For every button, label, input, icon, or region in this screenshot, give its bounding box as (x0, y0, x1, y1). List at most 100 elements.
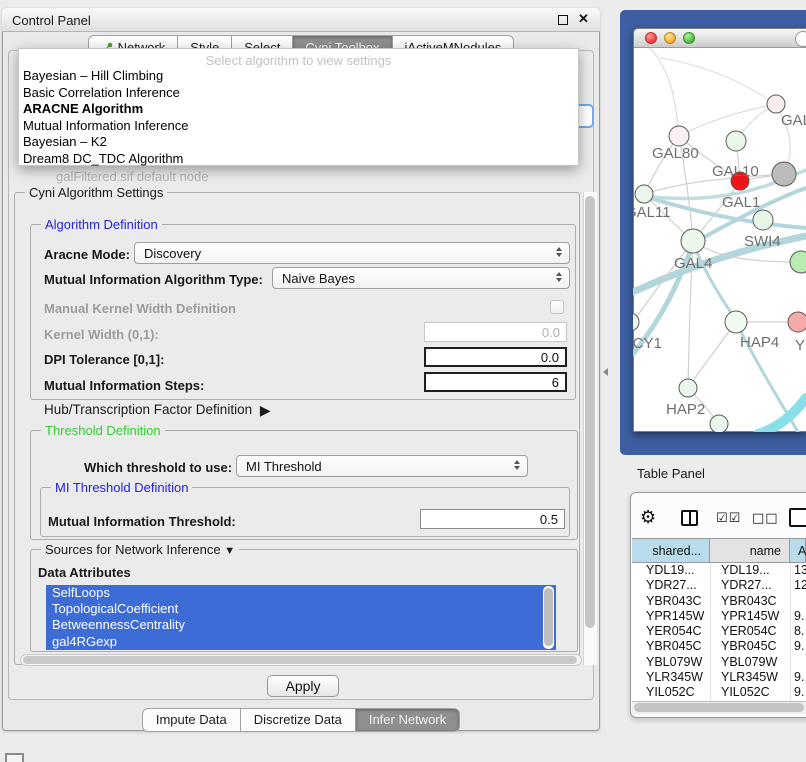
bottom-tab-discretize-data[interactable]: Discretize Data (241, 708, 356, 732)
network-node[interactable] (725, 311, 747, 333)
table-cell[interactable]: 9. (790, 670, 806, 685)
table-cell[interactable]: YLR345W (710, 670, 790, 685)
table-cell[interactable]: YPR145W (632, 609, 710, 624)
network-node[interactable] (726, 131, 746, 151)
aracne-mode-combobox[interactable]: Discovery (134, 242, 570, 264)
kernel-width-field[interactable]: 0.0 (424, 322, 567, 342)
table-cell[interactable]: YLR345W (632, 670, 710, 685)
network-edge[interactable] (688, 322, 736, 388)
zoom-light-icon[interactable] (683, 32, 695, 44)
bottom-tab-impute-data[interactable]: Impute Data (142, 708, 241, 732)
algorithm-option[interactable]: Bayesian – Hill Climbing (19, 68, 578, 85)
table-cell[interactable]: YPR145W (710, 609, 790, 624)
algorithm-option[interactable]: Dream8 DC_TDC Algorithm (19, 151, 578, 168)
dpi-tolerance-field[interactable]: 0.0 (424, 347, 567, 367)
manual-kernel-checkbox[interactable] (550, 300, 564, 314)
split-columns-icon[interactable] (681, 510, 698, 526)
panel-collapse-arrow-icon[interactable] (603, 368, 608, 376)
table-cell[interactable]: YIL052C (710, 685, 790, 700)
table-row[interactable]: YDL19...YDL19...13 (632, 563, 806, 578)
apply-button[interactable]: Apply (267, 675, 339, 697)
table-cell[interactable]: YBL079W (632, 655, 710, 670)
table-cell[interactable]: YDL19... (632, 563, 710, 578)
table-cell[interactable]: YIL052C (632, 685, 710, 700)
algorithm-option[interactable]: Mutual Information Inference (19, 118, 578, 135)
network-node[interactable] (669, 126, 689, 146)
table-row[interactable]: YDR27...YDR27...12 (632, 578, 806, 593)
network-node[interactable] (788, 312, 806, 332)
table-cell[interactable]: YBR043C (710, 594, 790, 609)
table-cell[interactable]: YBL079W (710, 655, 790, 670)
table-cell[interactable]: 9. (790, 639, 806, 654)
table-row[interactable]: YBR043CYBR043C (632, 594, 806, 609)
network-node[interactable] (767, 95, 785, 113)
network-node[interactable] (790, 251, 806, 273)
algorithm-option[interactable]: Basic Correlation Inference (19, 85, 578, 102)
table-cell[interactable]: YER054C (632, 624, 710, 639)
network-canvas[interactable]: GALGAL80GAL10GAL1GAL11SWI4GAL4GCY1HAP4YH… (633, 48, 806, 432)
sources-legend[interactable]: Sources for Network Inference ▼ (41, 542, 239, 557)
table-cell[interactable]: 13 (790, 563, 806, 578)
data-attributes-list[interactable]: SelfLoopsTopologicalCoefficientBetweenne… (46, 585, 556, 650)
network-node[interactable] (710, 415, 728, 432)
which-threshold-combobox[interactable]: MI Threshold (236, 455, 528, 477)
table-cell[interactable]: YDR27... (710, 578, 790, 593)
settings-vertical-thumb[interactable] (585, 196, 595, 628)
table-cell[interactable]: 8. (790, 624, 806, 639)
table-cell[interactable]: YDL19... (710, 563, 790, 578)
attribute-item[interactable]: BetweennessCentrality (46, 617, 556, 633)
minimize-light-icon[interactable] (664, 32, 676, 44)
network-node[interactable] (635, 185, 653, 203)
network-node[interactable] (753, 210, 773, 230)
attributes-scrollbar-thumb[interactable] (544, 588, 553, 646)
attribute-item[interactable]: gal4RGexp (46, 634, 556, 650)
table-cell[interactable] (790, 655, 806, 670)
table-cell[interactable]: 9. (790, 685, 806, 700)
bottom-tab-infer-network[interactable]: Infer Network (356, 708, 460, 732)
network-edge[interactable] (679, 104, 776, 136)
table-row[interactable]: YPR145WYPR145W9. (632, 609, 806, 624)
table-cell[interactable]: 12 (790, 578, 806, 593)
network-edge[interactable] (660, 58, 776, 104)
node-label-gcy1: GCY1 (633, 335, 662, 352)
collapse-triangle-icon[interactable]: ▼ (224, 545, 235, 557)
table-cell[interactable]: 9. (790, 609, 806, 624)
table-cell[interactable]: YER054C (710, 624, 790, 639)
table-horizontal-thumb[interactable] (634, 703, 804, 712)
close-icon[interactable]: ✕ (578, 11, 589, 27)
settings-horizontal-thumb[interactable] (23, 656, 577, 664)
table-cell[interactable]: YBR043C (632, 594, 710, 609)
table-cell[interactable] (790, 594, 806, 609)
close-light-icon[interactable] (645, 32, 657, 44)
column-header-1[interactable]: shared... (632, 539, 710, 562)
stepper-icon (556, 272, 562, 282)
table-row[interactable]: YLR345WYLR345W9. (632, 670, 806, 685)
float-window-icon[interactable] (558, 15, 568, 25)
algorithm-option[interactable]: Bayesian – K2 (19, 134, 578, 151)
mi-steps-field[interactable]: 6 (424, 372, 567, 392)
table-cell[interactable]: YBR045C (632, 639, 710, 654)
network-window-titlebar[interactable] (634, 29, 806, 48)
table-cell[interactable]: YBR045C (710, 639, 790, 654)
attribute-item[interactable]: SelfLoops (46, 585, 556, 601)
mi-threshold-field[interactable]: 0.5 (420, 509, 565, 529)
checked-boxes-icon[interactable]: ☑☑ (716, 511, 741, 526)
gear-icon[interactable]: ⚙ (640, 507, 656, 528)
network-node[interactable] (772, 162, 796, 186)
attribute-item[interactable]: TopologicalCoefficient (46, 601, 556, 617)
table-file-icon[interactable] (789, 508, 806, 527)
unchecked-boxes-icon[interactable]: □□ (752, 511, 779, 526)
expand-triangle-icon[interactable]: ▶ (260, 402, 271, 418)
hub-definition-label[interactable]: Hub/Transcription Factor Definition ▶ (44, 401, 267, 418)
network-node[interactable] (681, 229, 705, 253)
algorithm-option[interactable]: ARACNE Algorithm (19, 101, 578, 118)
table-cell[interactable]: YDR27... (632, 578, 710, 593)
table-row[interactable]: YER054CYER054C8. (632, 624, 806, 639)
network-node[interactable] (679, 379, 697, 397)
column-header-3[interactable]: A (790, 539, 806, 562)
table-row[interactable]: YIL052CYIL052C9. (632, 685, 806, 700)
column-header-2[interactable]: name (710, 539, 790, 562)
mi-type-combobox[interactable]: Naive Bayes (272, 267, 570, 289)
table-row[interactable]: YBL079WYBL079W (632, 655, 806, 670)
table-row[interactable]: YBR045CYBR045C9. (632, 639, 806, 654)
